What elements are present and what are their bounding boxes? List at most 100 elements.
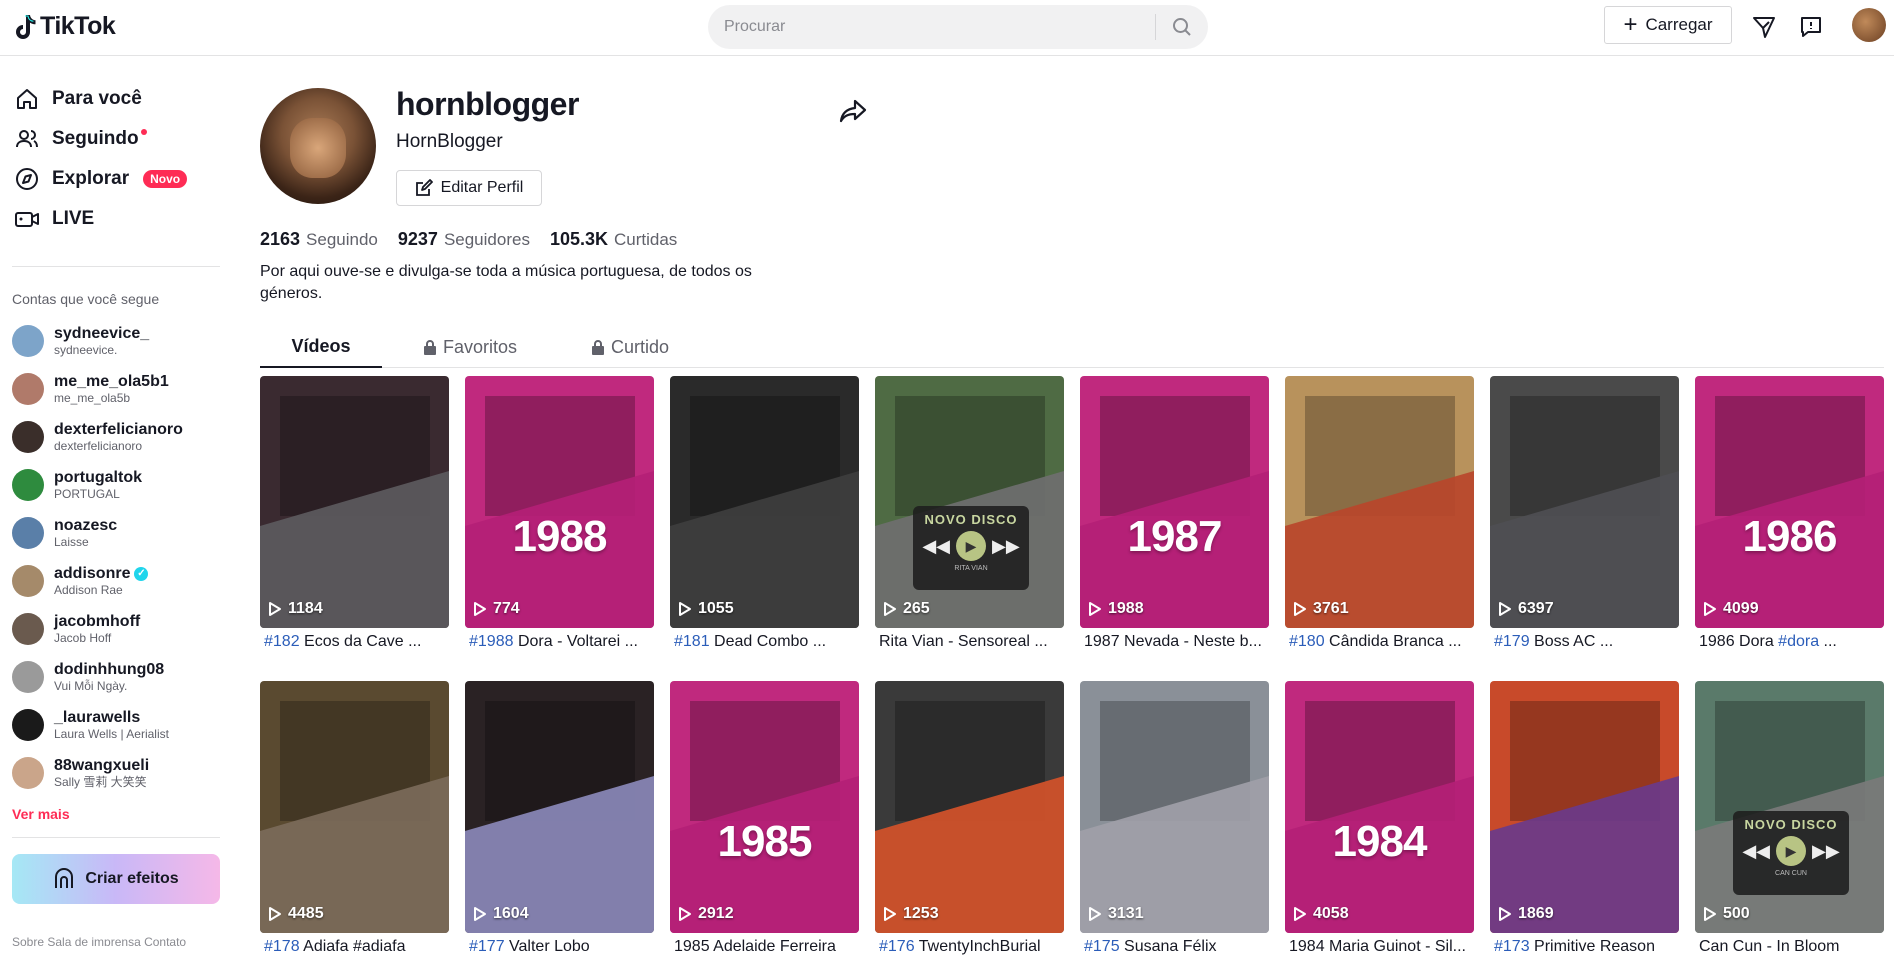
caption-hashtag[interactable]: #177 xyxy=(469,938,505,955)
search-bar[interactable]: Procurar xyxy=(708,5,1208,49)
video-item[interactable]: NOVO DISCO ◀◀ ▶ ▶▶ CAN CUN 500 Can Cun - In Bl… xyxy=(1695,681,1884,961)
video-caption[interactable]: Rita Vian - Sensoreal ... xyxy=(875,628,1064,656)
see-more-link[interactable]: Ver mais xyxy=(12,806,70,822)
caption-hashtag[interactable]: #175 xyxy=(1084,938,1120,955)
rewind-icon: ◀◀ xyxy=(1742,840,1770,861)
video-item[interactable]: 3761 #180 Cândida Branca ... xyxy=(1285,376,1474,656)
following-account[interactable]: me_me_ola5b1 me_me_ola5b xyxy=(12,369,232,409)
messages-button[interactable] xyxy=(1797,13,1825,41)
video-caption[interactable]: #178 Adiafa #adiafa xyxy=(260,933,449,961)
following-account[interactable]: noazesc Laisse xyxy=(12,513,232,553)
video-thumbnail[interactable]: 4485 xyxy=(260,681,449,933)
video-thumbnail[interactable]: NOVO DISCO ◀◀ ▶ ▶▶ CAN CUN 500 xyxy=(1695,681,1884,933)
video-thumbnail[interactable]: 3131 xyxy=(1080,681,1269,933)
video-item[interactable]: 1253 #176 TwentyInchBurial xyxy=(875,681,1064,961)
video-thumbnail[interactable]: 1986 4099 xyxy=(1695,376,1884,628)
caption-hashtag[interactable]: #178 xyxy=(264,938,300,955)
caption-hashtag[interactable]: #dora xyxy=(1778,633,1819,650)
tab-favorites[interactable]: Favoritos xyxy=(400,326,540,368)
video-thumbnail[interactable]: 1988 774 xyxy=(465,376,654,628)
video-item[interactable]: 1055 #181 Dead Combo ... xyxy=(670,376,859,656)
sidebar-divider xyxy=(12,837,220,838)
video-item[interactable]: 1604 #177 Valter Lobo xyxy=(465,681,654,961)
nav-label: Para você xyxy=(52,88,142,109)
create-effects-button[interactable]: Criar efeitos xyxy=(12,854,220,904)
tab-liked[interactable]: Curtido xyxy=(560,326,700,368)
video-caption[interactable]: #1988 Dora - Voltarei ... xyxy=(465,628,654,656)
tab-videos[interactable]: Vídeos xyxy=(260,326,382,368)
video-item[interactable]: 4485 #178 Adiafa #adiafa xyxy=(260,681,449,961)
search-button[interactable] xyxy=(1156,5,1208,49)
nav-live[interactable]: LIVE xyxy=(14,201,94,237)
following-account[interactable]: dodinhhung08 Vui Mỗi Ngày. xyxy=(12,657,232,697)
caption-hashtag[interactable]: #180 xyxy=(1289,633,1325,650)
video-caption[interactable]: #181 Dead Combo ... xyxy=(670,628,859,656)
video-item[interactable]: 1988 774 #1988 Dora - Voltarei ... xyxy=(465,376,654,656)
upload-label: Carregar xyxy=(1645,15,1713,34)
stat-following[interactable]: 2163 Seguindo xyxy=(260,229,378,250)
following-account[interactable]: jacobmhoff Jacob Hoff xyxy=(12,609,232,649)
video-item[interactable]: 6397 #179 Boss AC ... xyxy=(1490,376,1679,656)
video-item[interactable]: 1985 2912 1985 Adelaide Ferreira xyxy=(670,681,859,961)
following-account[interactable]: portugaltok PORTUGAL xyxy=(12,465,232,505)
video-caption[interactable]: #179 Boss AC ... xyxy=(1490,628,1679,656)
video-item[interactable]: 1184 #182 Ecos da Cave ... xyxy=(260,376,449,656)
video-thumbnail[interactable]: 1869 xyxy=(1490,681,1679,933)
video-thumbnail[interactable]: 1253 xyxy=(875,681,1064,933)
app-name: TikTok xyxy=(40,12,116,40)
caption-hashtag[interactable]: #179 xyxy=(1494,633,1530,650)
video-thumbnail[interactable]: 1055 xyxy=(670,376,859,628)
tiktok-logo[interactable]: TikTok xyxy=(12,12,116,41)
video-thumbnail[interactable]: 1985 2912 xyxy=(670,681,859,933)
video-caption[interactable]: Can Cun - In Bloom xyxy=(1695,933,1884,961)
search-input[interactable]: Procurar xyxy=(708,18,1155,36)
nav-explore[interactable]: Explorar Novo xyxy=(14,161,188,197)
video-item[interactable]: 1869 #173 Primitive Reason xyxy=(1490,681,1679,961)
video-item[interactable]: 1984 4058 1984 Maria Guinot - Sil... xyxy=(1285,681,1474,961)
edit-profile-button[interactable]: Editar Perfil xyxy=(396,170,542,206)
following-account[interactable]: sydneevice_ sydneevice. xyxy=(12,321,232,361)
play-outline-icon xyxy=(1499,602,1511,616)
inbox-send-button[interactable] xyxy=(1750,13,1778,41)
footer-links[interactable]: Sobre Sala de imprensa Contato xyxy=(12,935,186,946)
following-account[interactable]: _laurawells Laura Wells | Aerialist xyxy=(12,705,232,745)
caption-hashtag[interactable]: #1988 xyxy=(469,633,514,650)
following-account[interactable]: 88wangxueli Sally 雪莉 大笑笑 xyxy=(12,753,232,793)
caption-hashtag[interactable]: #181 xyxy=(674,633,710,650)
video-caption[interactable]: #173 Primitive Reason xyxy=(1490,933,1679,961)
nav-for-you[interactable]: Para você xyxy=(14,81,142,117)
message-icon xyxy=(1801,17,1821,37)
caption-hashtag[interactable]: #176 xyxy=(879,938,915,955)
video-item[interactable]: NOVO DISCO ◀◀ ▶ ▶▶ RITA VIAN 265 Rita Vian - S… xyxy=(875,376,1064,656)
video-thumbnail[interactable]: 1184 xyxy=(260,376,449,628)
video-caption[interactable]: 1987 Nevada - Neste b... xyxy=(1080,628,1269,656)
nav-following[interactable]: Seguindo xyxy=(14,121,147,157)
video-item[interactable]: 3131 #175 Susana Félix xyxy=(1080,681,1269,961)
video-caption[interactable]: #177 Valter Lobo xyxy=(465,933,654,961)
caption-hashtag[interactable]: #173 xyxy=(1494,938,1530,955)
caption-hashtag[interactable]: #182 xyxy=(264,633,300,650)
video-caption[interactable]: #176 TwentyInchBurial xyxy=(875,933,1064,961)
share-icon[interactable] xyxy=(838,98,868,124)
video-thumbnail[interactable]: 6397 xyxy=(1490,376,1679,628)
video-caption[interactable]: #182 Ecos da Cave ... xyxy=(260,628,449,656)
new-album-artist: RITA VIAN xyxy=(954,565,988,572)
video-caption[interactable]: 1984 Maria Guinot - Sil... xyxy=(1285,933,1474,961)
video-caption[interactable]: 1985 Adelaide Ferreira xyxy=(670,933,859,961)
stat-followers[interactable]: 9237 Seguidores xyxy=(398,229,530,250)
video-caption[interactable]: 1986 Dora #dora ... xyxy=(1695,628,1884,656)
following-account[interactable]: addisonre ✓ Addison Rae xyxy=(12,561,232,601)
video-thumbnail[interactable]: NOVO DISCO ◀◀ ▶ ▶▶ RITA VIAN 265 xyxy=(875,376,1064,628)
video-thumbnail[interactable]: 1604 xyxy=(465,681,654,933)
video-item[interactable]: 1987 1988 1987 Nevada - Neste b... xyxy=(1080,376,1269,656)
video-item[interactable]: 1986 4099 1986 Dora #dora ... xyxy=(1695,376,1884,656)
upload-button[interactable]: + Carregar xyxy=(1604,6,1732,44)
video-thumbnail[interactable]: 1987 1988 xyxy=(1080,376,1269,628)
video-caption[interactable]: #180 Cândida Branca ... xyxy=(1285,628,1474,656)
video-thumbnail[interactable]: 3761 xyxy=(1285,376,1474,628)
video-thumbnail[interactable]: 1984 4058 xyxy=(1285,681,1474,933)
video-caption[interactable]: #175 Susana Félix xyxy=(1080,933,1269,961)
following-account[interactable]: dexterfelicianoro dexterfelicianoro xyxy=(12,417,232,457)
user-avatar[interactable] xyxy=(1852,8,1886,42)
stat-label: Seguidores xyxy=(443,230,530,249)
